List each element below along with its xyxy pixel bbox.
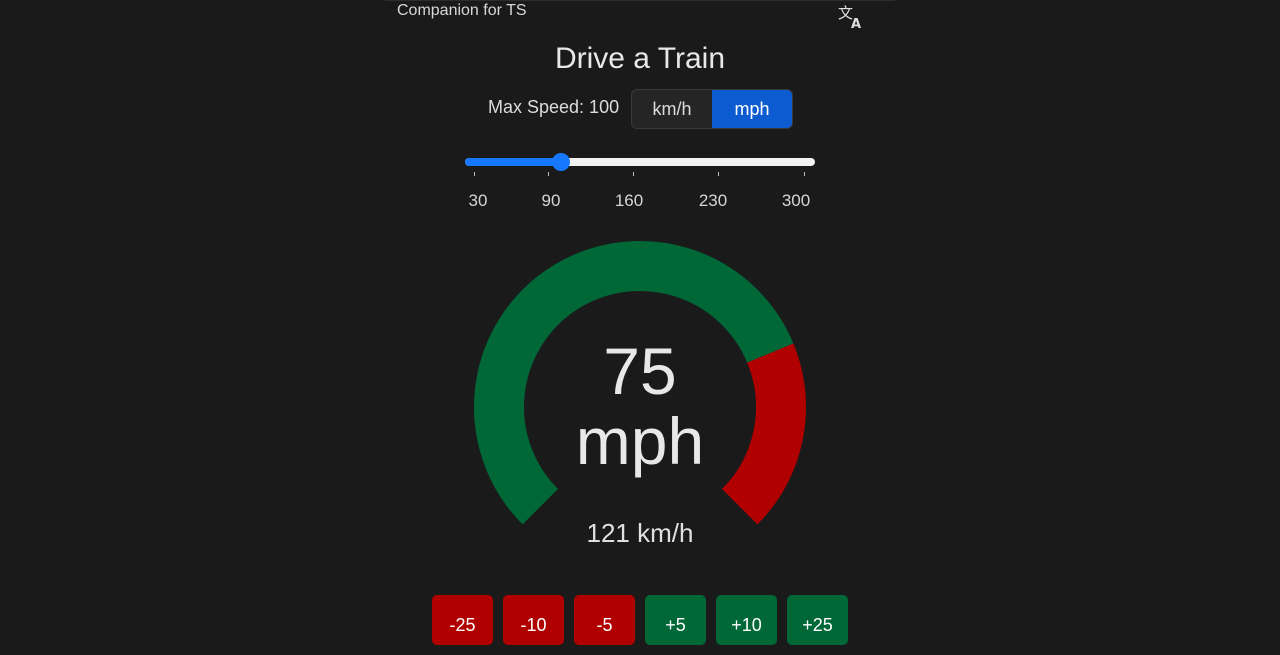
slider-tick (718, 172, 719, 176)
slider-tick-label: 300 (781, 191, 811, 210)
current-speed: 75 (603, 334, 677, 408)
max-speed-slider[interactable] (465, 150, 815, 174)
minus-25-button[interactable]: -25 (432, 595, 493, 645)
slider-tick (633, 172, 634, 176)
slider-tick-label: 160 (614, 191, 644, 210)
svg-text:A: A (851, 17, 861, 31)
slider-tick-label: 230 (698, 191, 728, 210)
app-window: Companion for TS 文 A Drive a Train Max S… (385, 0, 895, 645)
plus-5-button[interactable]: +5 (645, 595, 706, 645)
converted-speed: 121 km/h (586, 518, 694, 548)
plus-25-button[interactable]: +25 (787, 595, 848, 645)
slider-tick-label: 90 (541, 191, 561, 210)
slider-tick (804, 172, 805, 176)
minus-10-button[interactable]: -10 (503, 595, 564, 645)
unit-mph-button[interactable]: mph (712, 90, 792, 128)
app-title: Companion for TS (397, 2, 527, 19)
slider-thumb[interactable] (552, 153, 570, 171)
translate-icon[interactable]: 文 A (837, 3, 867, 32)
max-speed-label: Max Speed: 100 (488, 97, 620, 117)
plus-10-button[interactable]: +10 (716, 595, 777, 645)
speed-adjust-buttons: -25 -10 -5 +5 +10 +25 (432, 595, 848, 645)
slider-tick-label: 30 (468, 191, 488, 210)
unit-toggle: km/h mph (631, 89, 793, 129)
slider-tick (548, 172, 549, 176)
minus-5-button[interactable]: -5 (574, 595, 635, 645)
appbar-divider (385, 0, 895, 1)
unit-kmh-button[interactable]: km/h (632, 90, 712, 128)
slider-fill (465, 158, 561, 166)
current-speed-unit: mph (575, 404, 705, 478)
page-title: Drive a Train (554, 42, 726, 75)
slider-tick (474, 172, 475, 176)
